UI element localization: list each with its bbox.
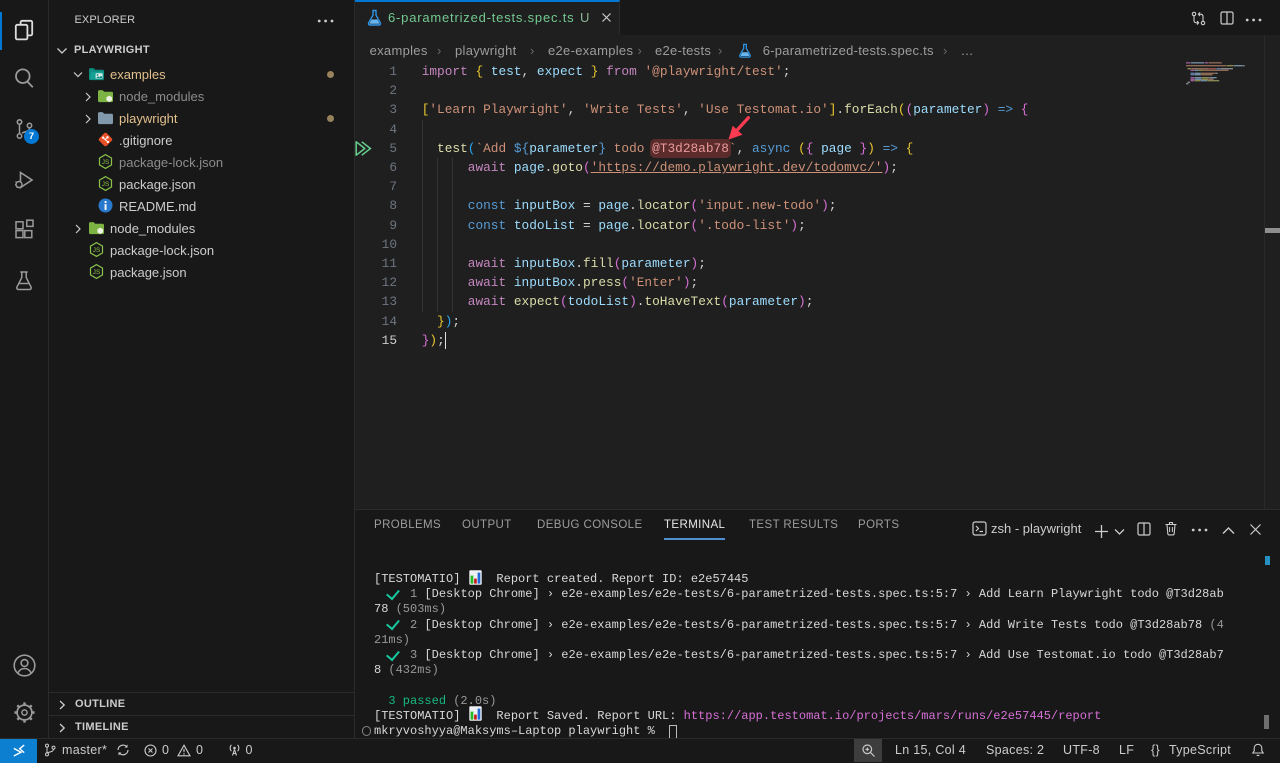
svg-text:JS: JS <box>102 181 109 188</box>
svg-text:JS: JS <box>102 159 109 166</box>
svg-text:JS: JS <box>93 269 100 276</box>
svg-text:JS: JS <box>93 247 100 254</box>
